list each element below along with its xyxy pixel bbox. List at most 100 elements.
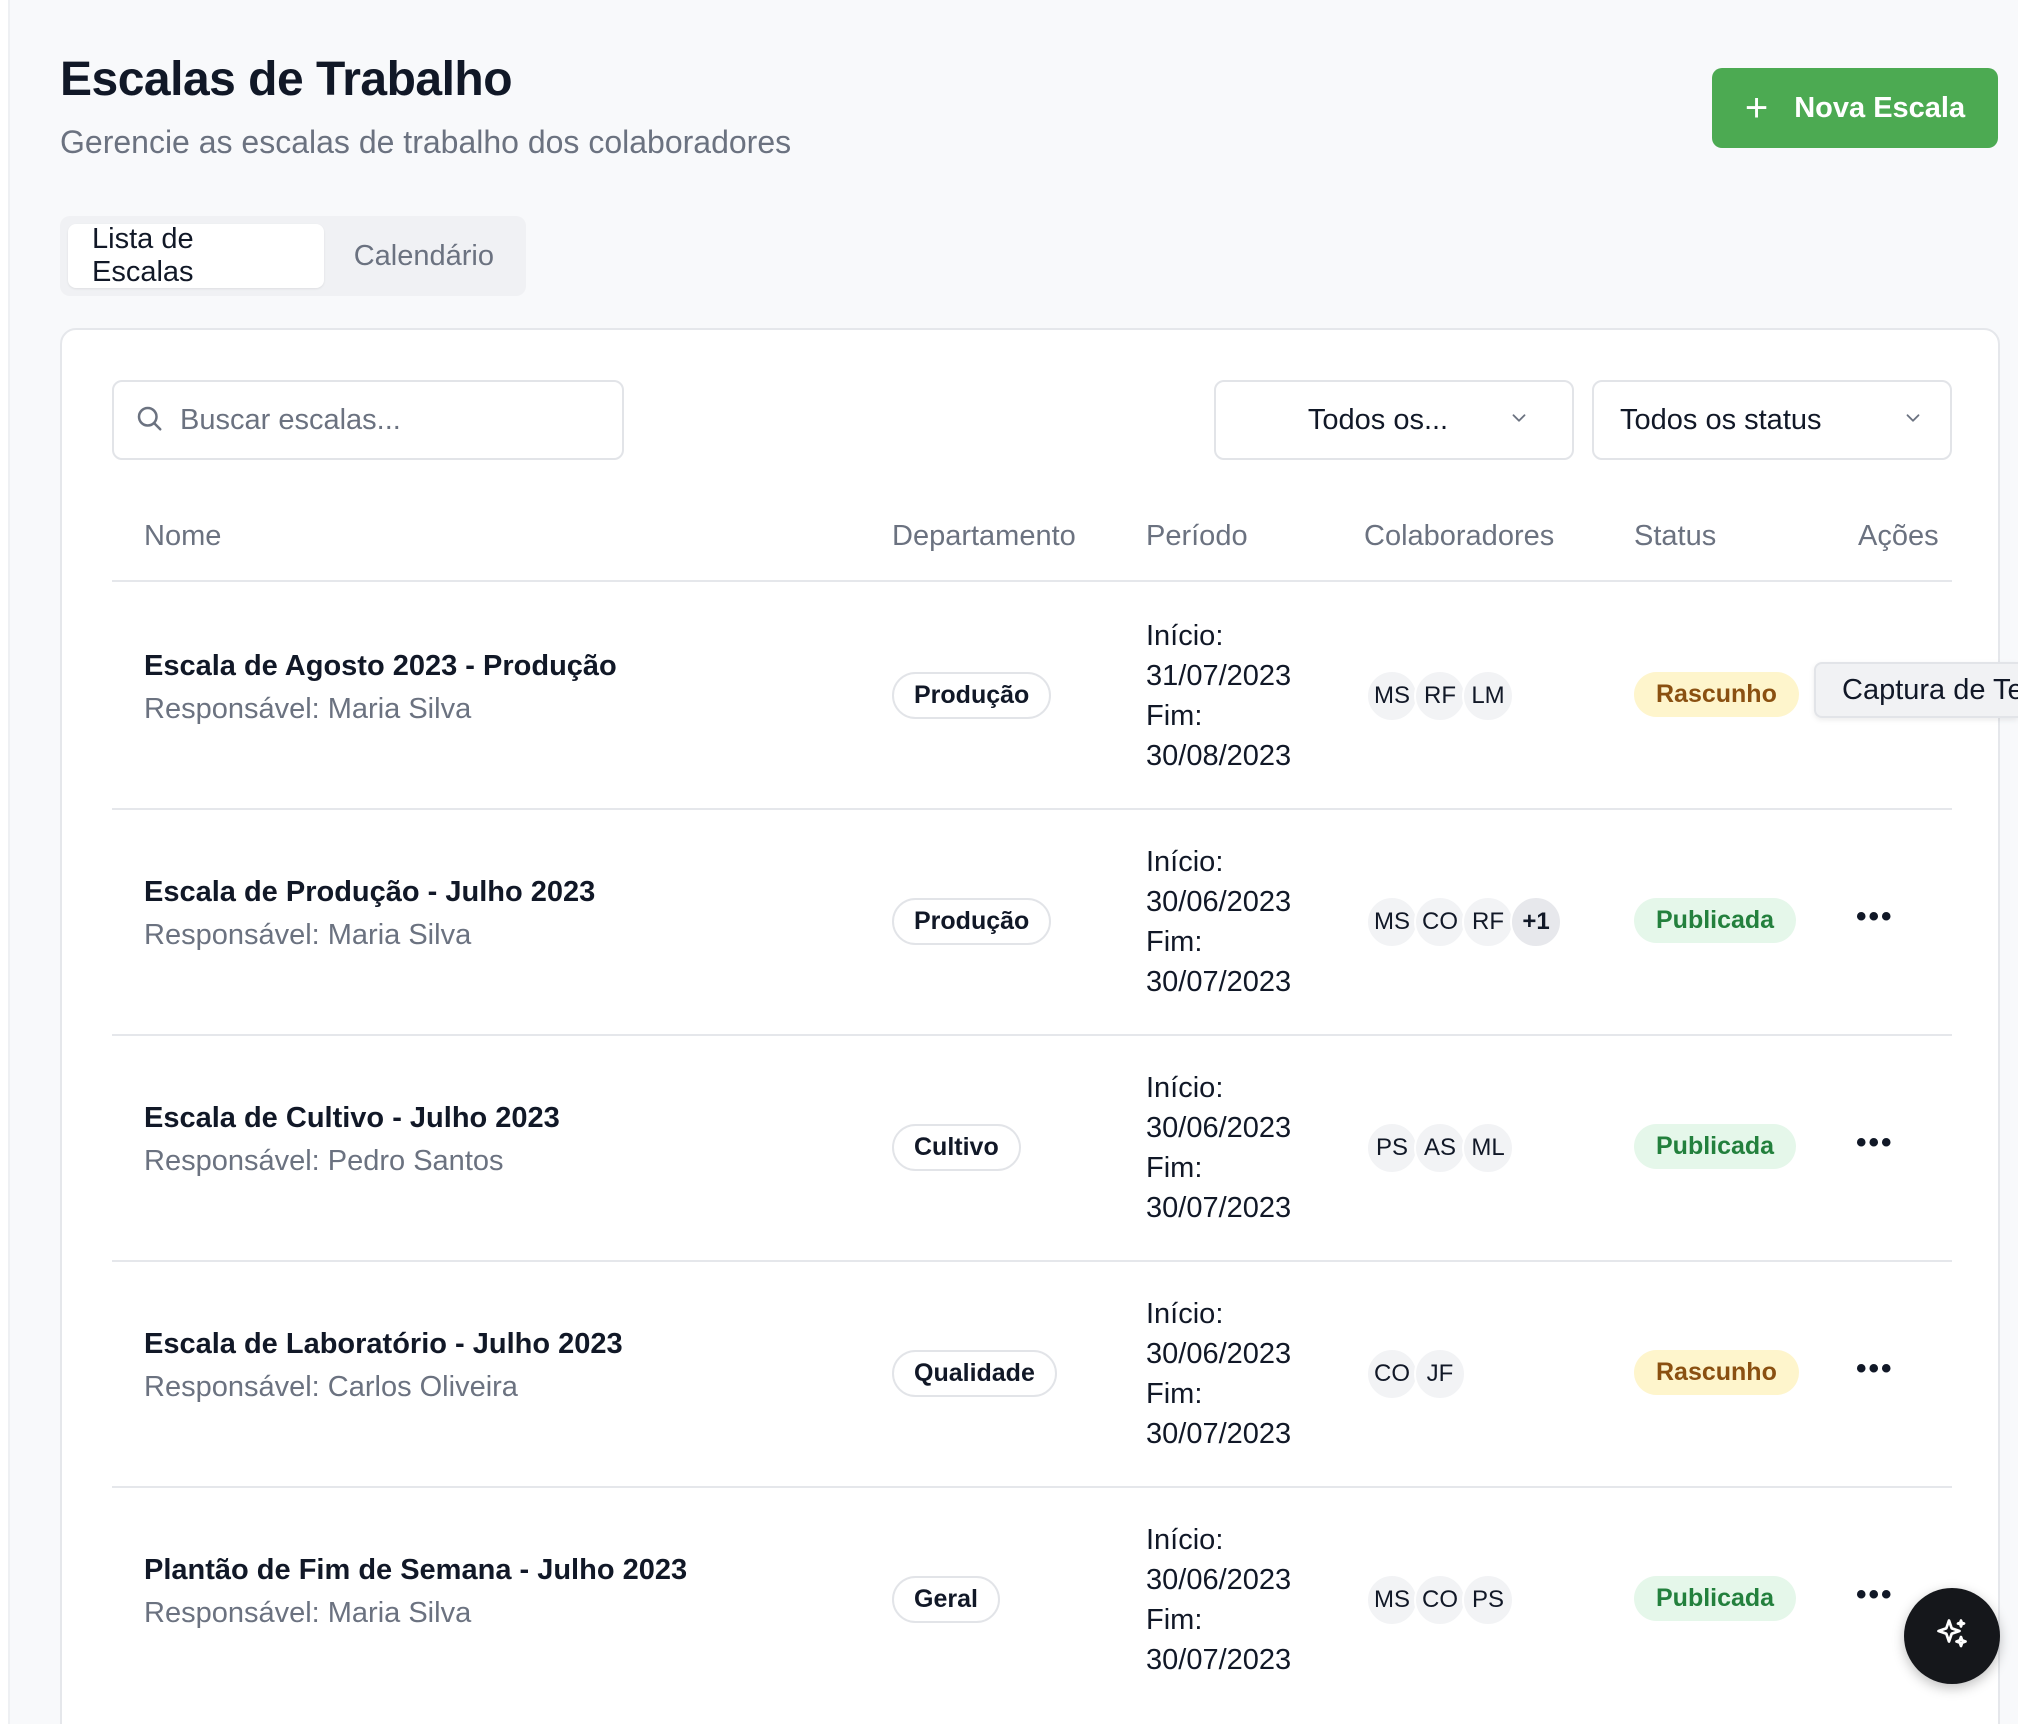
department-cell: Produção	[892, 898, 1052, 945]
schedule-responsible: Responsável: Carlos Oliveira	[144, 1371, 518, 1403]
status-select-value: Todos os status	[1620, 403, 1822, 436]
avatar: AS	[1414, 1122, 1466, 1174]
status-badge: Rascunho	[1634, 672, 1799, 717]
status-cell: Publicada	[1634, 1576, 1797, 1621]
avatar: MS	[1366, 1574, 1418, 1626]
department-select-value: Todos os...	[1307, 403, 1449, 436]
table-row[interactable]: Escala de Agosto 2023 - Produção Responsá…	[112, 584, 1952, 810]
department-badge: Produção	[892, 898, 1052, 945]
table-row[interactable]: Escala de Produção - Julho 2023 Responsáv…	[112, 810, 1952, 1036]
schedule-responsible: Responsável: Maria Silva	[144, 693, 472, 725]
department-badge: Qualidade	[892, 1350, 1057, 1397]
department-badge: Cultivo	[892, 1124, 1021, 1171]
more-horizontal-icon[interactable]: •••	[1856, 1126, 1894, 1160]
schedule-name[interactable]: Escala de Cultivo - Julho 2023	[144, 1102, 560, 1135]
column-header-status[interactable]: Status	[1634, 520, 1716, 553]
table-row[interactable]: Escala de Cultivo - Julho 2023 Responsáve…	[112, 1036, 1952, 1262]
collaborators-avatars: MS CO RF +1	[1366, 896, 1562, 948]
search-box[interactable]	[112, 380, 624, 460]
period-end-date: 30/07/2023	[1146, 1644, 1292, 1676]
status-cell: Publicada	[1634, 1124, 1797, 1169]
period-start-label: Início:	[1146, 1298, 1224, 1330]
period-start-label: Início:	[1146, 846, 1224, 878]
avatar: MS	[1366, 896, 1418, 948]
schedule-responsible: Responsável: Pedro Santos	[144, 1145, 504, 1177]
avatar: MS	[1366, 670, 1418, 722]
schedule-name[interactable]: Plantão de Fim de Semana - Julho 2023	[144, 1554, 687, 1587]
more-horizontal-icon[interactable]: •••	[1856, 900, 1894, 934]
tab-list[interactable]: Lista de Escalas	[68, 223, 324, 288]
period-start-label: Início:	[1146, 1072, 1224, 1104]
page-title: Escalas de Trabalho	[60, 53, 513, 106]
period-end-label: Fim:	[1146, 1152, 1203, 1184]
avatar: ML	[1462, 1122, 1514, 1174]
period-start-date: 31/07/2023	[1146, 660, 1292, 692]
collaborators-avatars: MS RF LM	[1366, 670, 1514, 722]
department-badge: Geral	[892, 1576, 1000, 1623]
period-end-label: Fim:	[1146, 926, 1203, 958]
schedule-name[interactable]: Escala de Produção - Julho 2023	[144, 876, 595, 909]
schedule-responsible: Responsável: Maria Silva	[144, 919, 472, 951]
period-cell: Início: 30/06/2023 Fim: 30/07/2023	[1146, 1294, 1291, 1454]
period-start-date: 30/06/2023	[1146, 1338, 1292, 1370]
table-header: Nome Departamento Período Colaboradores …	[112, 492, 1952, 582]
more-horizontal-icon[interactable]: •••	[1856, 1352, 1894, 1386]
column-header-department[interactable]: Departamento	[892, 520, 1076, 553]
schedule-name-cell: Escala de Agosto 2023 - Produção Responsá…	[144, 650, 617, 726]
avatar: PS	[1462, 1574, 1514, 1626]
status-select[interactable]: Todos os status	[1592, 380, 1952, 460]
schedule-name-cell: Escala de Produção - Julho 2023 Responsáv…	[144, 876, 595, 952]
status-badge: Publicada	[1634, 898, 1797, 943]
period-cell: Início: 30/06/2023 Fim: 30/07/2023	[1146, 842, 1291, 1002]
column-header-collaborators[interactable]: Colaboradores	[1364, 520, 1554, 553]
collaborators-avatars: PS AS ML	[1366, 1122, 1514, 1174]
period-cell: Início: 31/07/2023 Fim: 30/08/2023	[1146, 616, 1291, 776]
column-header-name[interactable]: Nome	[144, 520, 221, 553]
search-input[interactable]	[180, 403, 580, 437]
avatar: PS	[1366, 1122, 1418, 1174]
department-cell: Cultivo	[892, 1124, 1021, 1171]
department-badge: Produção	[892, 672, 1052, 719]
period-end-date: 30/07/2023	[1146, 1192, 1292, 1224]
department-cell: Geral	[892, 1576, 1000, 1623]
new-schedule-button[interactable]: + Nova Escala	[1712, 68, 1998, 148]
plus-icon: +	[1744, 86, 1769, 130]
status-badge: Publicada	[1634, 1576, 1797, 1621]
avatar: JF	[1414, 1348, 1466, 1400]
schedule-name[interactable]: Escala de Laboratório - Julho 2023	[144, 1328, 623, 1361]
sparkles-icon	[1934, 1616, 1970, 1657]
period-start-label: Início:	[1146, 1524, 1224, 1556]
period-end-date: 30/08/2023	[1146, 740, 1292, 772]
status-badge: Publicada	[1634, 1124, 1797, 1169]
period-end-date: 30/07/2023	[1146, 966, 1292, 998]
avatar: LM	[1462, 670, 1514, 722]
department-select[interactable]: Todos os...	[1214, 380, 1574, 460]
status-cell: Rascunho	[1634, 672, 1799, 717]
chevron-down-icon	[1902, 404, 1924, 437]
page: Escalas de Trabalho Gerencie as escalas …	[0, 0, 2018, 1724]
department-cell: Qualidade	[892, 1350, 1057, 1397]
tab-calendar[interactable]: Calendário	[330, 224, 518, 288]
table-row[interactable]: Escala de Laboratório - Julho 2023 Respon…	[112, 1262, 1952, 1488]
avatar: RF	[1462, 896, 1514, 948]
more-horizontal-icon[interactable]: •••	[1856, 1578, 1894, 1612]
view-tabs: Lista de Escalas Calendário	[60, 216, 526, 296]
status-cell: Rascunho	[1634, 1350, 1799, 1395]
table-row[interactable]: Plantão de Fim de Semana - Julho 2023 Res…	[112, 1488, 1952, 1714]
assistant-fab-button[interactable]	[1904, 1588, 2000, 1684]
status-cell: Publicada	[1634, 898, 1797, 943]
collaborators-avatars: CO JF	[1366, 1348, 1466, 1400]
period-start-date: 30/06/2023	[1146, 1112, 1292, 1144]
search-icon	[134, 403, 164, 438]
avatar: CO	[1366, 1348, 1418, 1400]
schedules-card: Todos os... Todos os status Nome Departa…	[60, 328, 2000, 1724]
avatar: RF	[1414, 670, 1466, 722]
period-cell: Início: 30/06/2023 Fim: 30/07/2023	[1146, 1520, 1291, 1680]
status-badge: Rascunho	[1634, 1350, 1799, 1395]
period-start-date: 30/06/2023	[1146, 886, 1292, 918]
schedule-name[interactable]: Escala de Agosto 2023 - Produção	[144, 650, 617, 683]
schedule-responsible: Responsável: Maria Silva	[144, 1597, 472, 1629]
avatar: CO	[1414, 896, 1466, 948]
avatar-more-count: +1	[1510, 896, 1562, 948]
column-header-period[interactable]: Período	[1146, 520, 1248, 553]
